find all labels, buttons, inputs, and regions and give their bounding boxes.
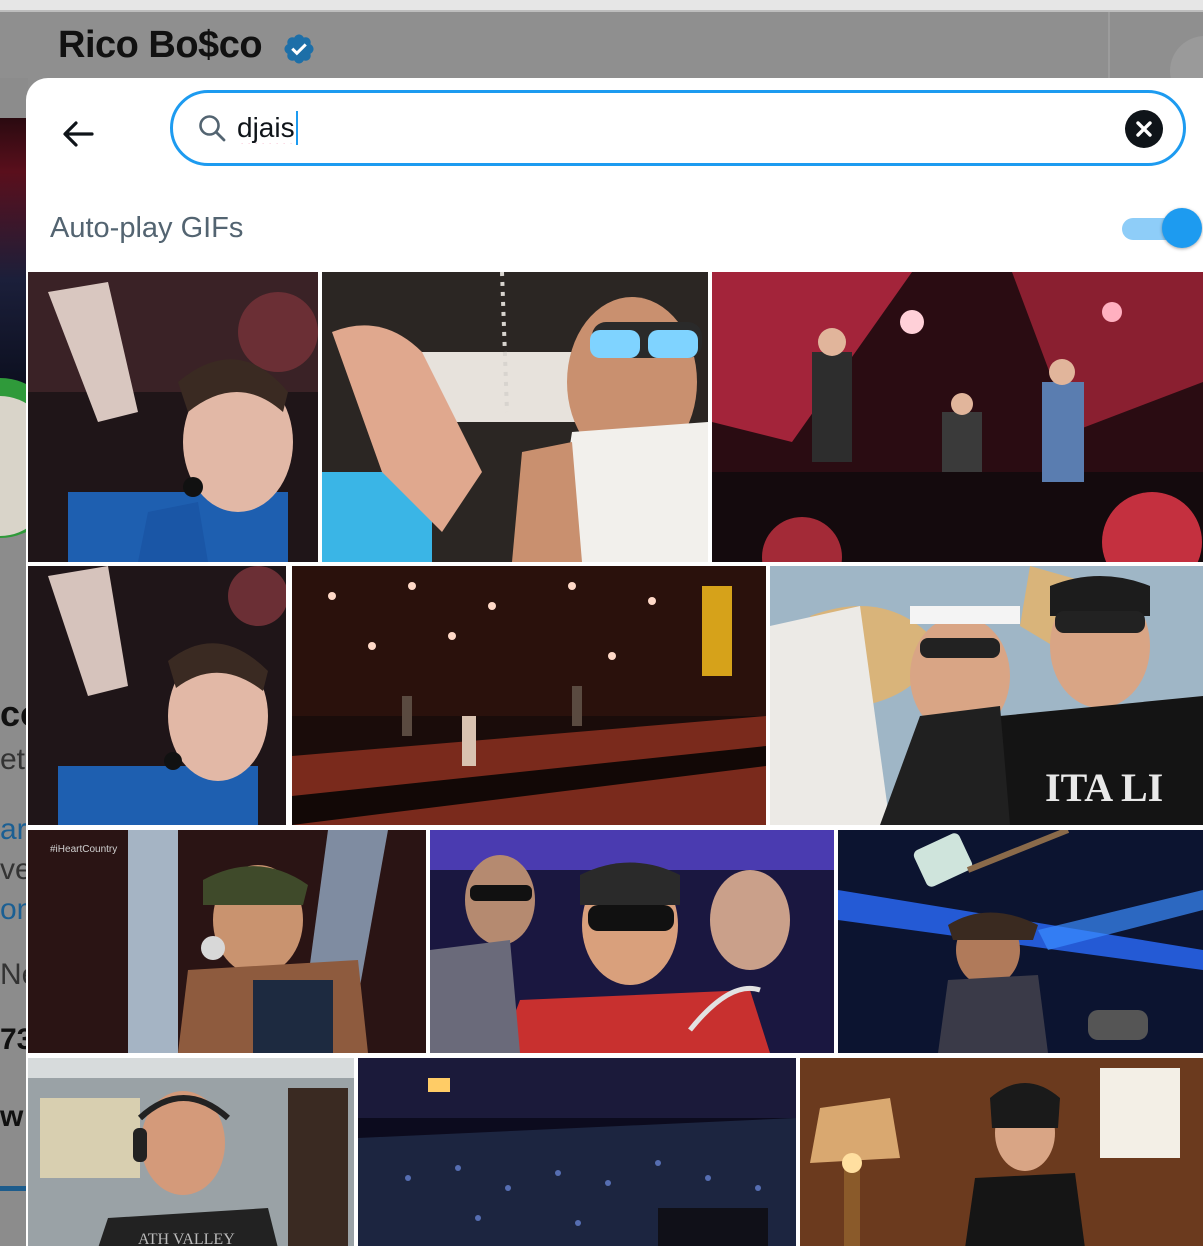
gif-result[interactable] [322,272,708,562]
header-divider [1108,12,1110,78]
gif-search-box[interactable] [170,90,1186,166]
gif-result[interactable]: #iHeartCountry [28,830,426,1053]
gif-thumbnail-guitarist-blue [838,830,1203,1053]
gif-thumbnail-woman-wood-room [800,1058,1203,1246]
tab-fragment: w [0,1100,24,1133]
gif-result[interactable] [712,272,1203,562]
url-fragment: om [0,893,28,926]
autoplay-gifs-toggle[interactable] [1122,208,1203,248]
bio-fragment: ver [0,853,28,886]
profile-side-panel: co etu ars ver om Ne 73 w [0,78,28,1246]
gif-thumbnail-concert-stage [292,566,766,825]
gif-result[interactable]: ITA LI [770,566,1203,825]
gif-watermark: #iHeartCountry [50,844,117,855]
gif-result[interactable] [430,830,834,1053]
gif-thumbnail-italia-jacket: ITA LI [770,566,1203,825]
gif-thumbnail-club-sunglasses [430,830,834,1053]
avatar-image [0,396,28,536]
gif-thumbnail-singer-camo-cap: #iHeartCountry [28,830,426,1053]
svg-text:ITA LI: ITA LI [1045,765,1163,810]
profile-name: Rico Bo$co [58,24,263,66]
search-icon [199,115,226,142]
active-tab-underline [0,1186,28,1191]
text-caret [295,111,298,145]
location-fragment: Ne [0,958,28,991]
gif-thumbnail-party-guy-2 [28,566,286,825]
gif-result[interactable] [358,1058,796,1246]
gif-thumbnail-party-guy [28,272,318,562]
gif-thumbnail-band-red-stage [712,272,1203,562]
back-arrow-icon[interactable] [54,110,102,158]
count-fragment: 73 [0,1023,28,1056]
handle-fragment: etu [0,743,28,776]
gif-result[interactable] [292,566,766,825]
gif-thumbnail-man-headset: ATH VALLEY [28,1058,354,1246]
profile-name-fragment: co [0,693,28,734]
clear-icon [1136,121,1152,137]
gif-result[interactable] [28,272,318,562]
link-fragment: ars [0,813,28,846]
gif-picker-modal: Auto-play GIFs [26,78,1203,1246]
gif-search-input[interactable] [237,107,1117,149]
gif-result[interactable] [800,1058,1203,1246]
window-top-edge [0,0,1203,10]
gif-thumbnail-crowd-arena [358,1058,796,1246]
gif-result[interactable]: ATH VALLEY [28,1058,354,1246]
toggle-knob [1162,208,1202,248]
clear-search-button[interactable] [1125,110,1163,148]
gif-result[interactable] [28,566,286,825]
profile-banner [0,118,28,388]
gif-result[interactable] [838,830,1203,1053]
verified-badge-icon [284,34,314,64]
svg-text:ATH VALLEY: ATH VALLEY [138,1231,235,1246]
gif-thumbnail-sunglasses-car [322,272,708,562]
autoplay-gifs-label: Auto-play GIFs [50,212,244,244]
